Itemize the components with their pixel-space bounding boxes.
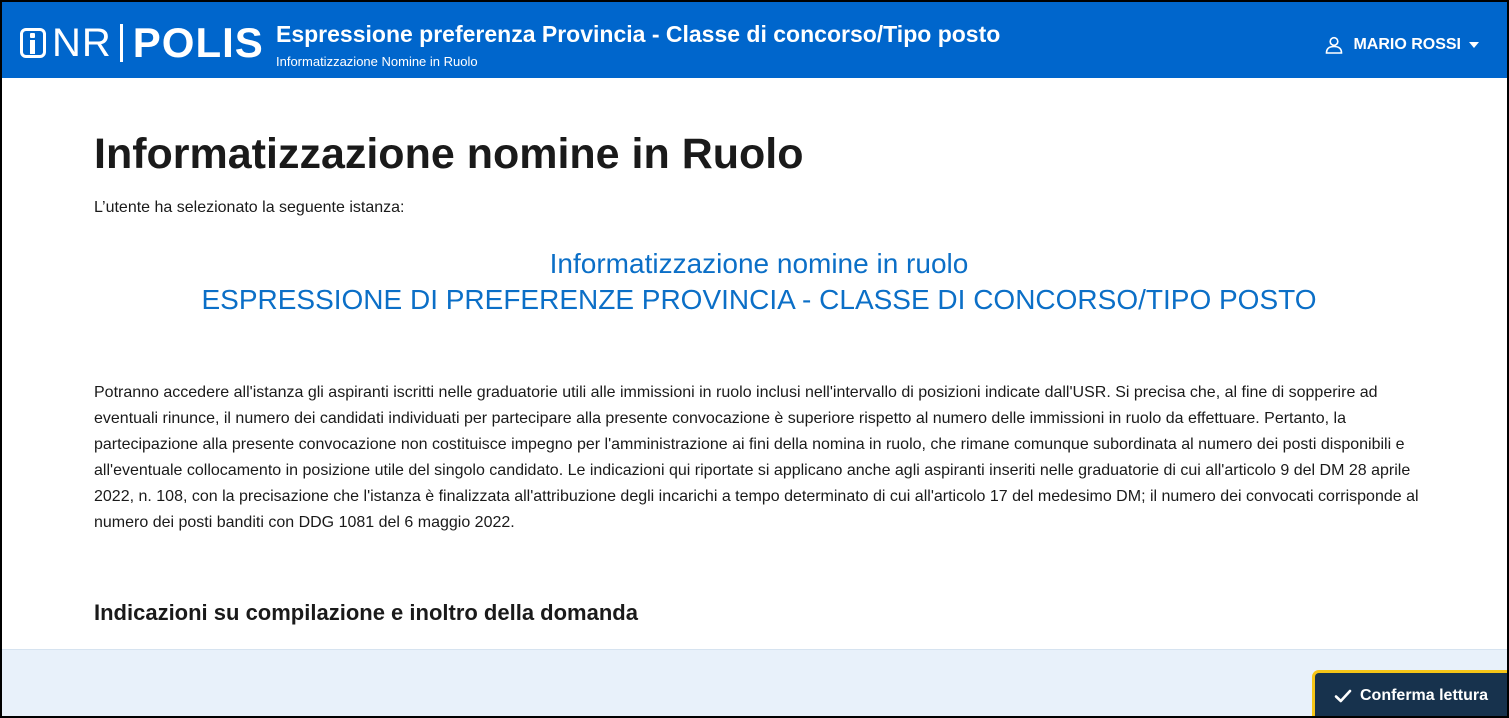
user-icon <box>1326 36 1343 54</box>
intro-text: L’utente ha selezionato la seguente ista… <box>94 199 405 216</box>
confirm-reading-button[interactable]: Conferma lettura <box>1315 673 1507 716</box>
logo-nr-text: NR <box>52 21 112 65</box>
caret-down-icon <box>1469 42 1479 48</box>
header-title: Espressione preferenza Provincia - Class… <box>276 21 1001 47</box>
logo-polis-text: POLIS <box>132 19 264 66</box>
confirm-reading-label: Conferma lettura <box>1359 687 1489 704</box>
description-paragraph: Potranno accedere all'istanza gli aspira… <box>94 384 1419 531</box>
app-window: NR POLIS Espressione preferenza Provinci… <box>0 0 1509 718</box>
selected-instance: Informatizzazione nomine in ruolo ESPRES… <box>94 246 1424 318</box>
instance-subtitle: ESPRESSIONE DI PREFERENZE PROVINCIA - CL… <box>201 284 1317 315</box>
top-header: NR POLIS Espressione preferenza Provinci… <box>2 2 1507 78</box>
app-logo[interactable]: NR POLIS <box>20 18 264 68</box>
header-subtitle: Informatizzazione Nomine in Ruolo <box>276 54 478 69</box>
user-name: MARIO ROSSI <box>1353 36 1461 53</box>
check-icon <box>1334 689 1352 703</box>
section-title: Indicazioni su compilazione e inoltro de… <box>94 600 638 625</box>
action-bar: Conferma lettura <box>2 649 1507 716</box>
info-logo-icon <box>20 26 50 60</box>
user-menu[interactable]: MARIO ROSSI <box>1325 36 1479 54</box>
logo-divider <box>119 24 123 62</box>
page-title: Informatizzazione nomine in Ruolo <box>94 130 804 178</box>
instance-title: Informatizzazione nomine in ruolo <box>549 248 969 279</box>
